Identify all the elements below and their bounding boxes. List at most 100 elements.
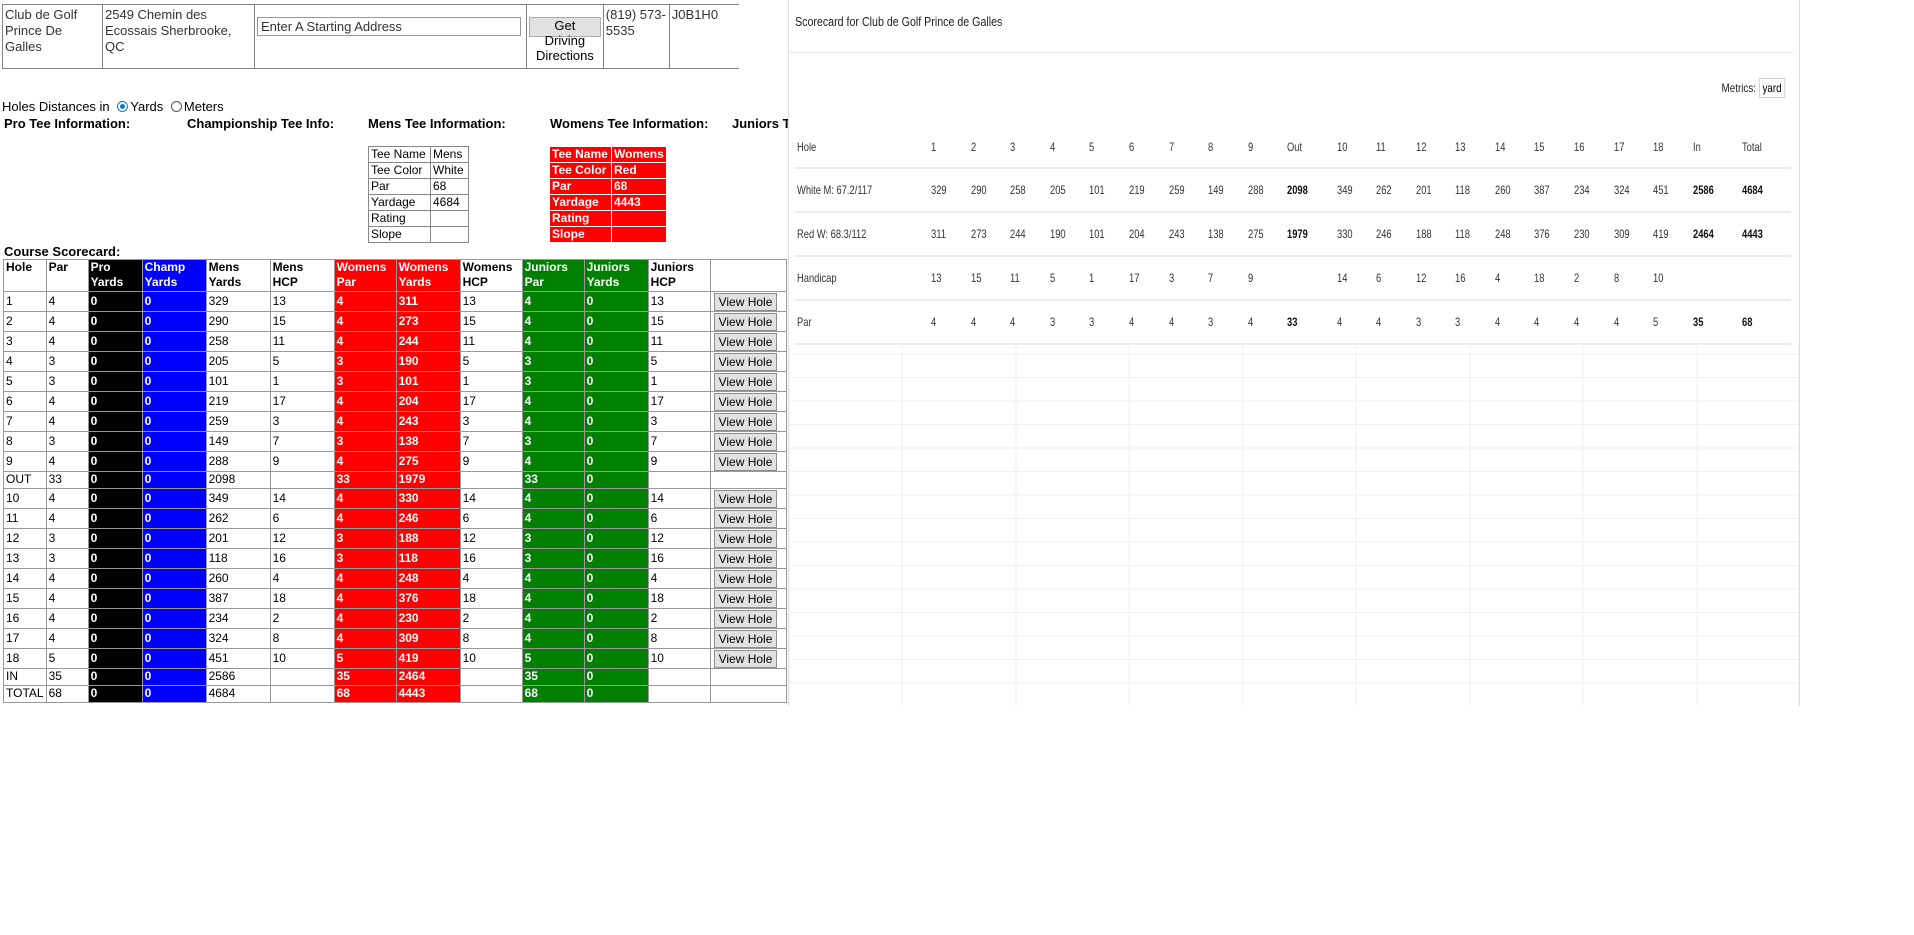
view-hole-button[interactable]: View Hole: [713, 293, 778, 311]
summary-cell: White M: 67.2/117: [795, 168, 931, 213]
scorecard-cell: 4: [521, 508, 585, 529]
view-hole-button[interactable]: View Hole: [713, 353, 778, 371]
summary-cell-text: 3: [1455, 315, 1461, 329]
summary-cell: 6: [1375, 256, 1415, 301]
scorecard-cell: 6: [269, 508, 335, 529]
summary-cell: 101: [1088, 168, 1128, 213]
summary-cell-text: 10: [1653, 271, 1664, 285]
summary-cell-text: 8: [1208, 139, 1214, 154]
scorecard-cell: 3: [333, 431, 397, 452]
start-address-input[interactable]: [257, 17, 521, 36]
scorecard-cell: 4: [333, 331, 397, 352]
scorecard-cell: 0: [583, 451, 649, 472]
col-header: Womens Yards: [395, 259, 461, 292]
tee-value: Red: [611, 162, 667, 179]
scorecard-cell: OUT: [3, 471, 47, 489]
scorecard-cell: 17: [647, 391, 711, 412]
scorecard-cell: [647, 685, 711, 703]
summary-cell-text: 68: [1742, 315, 1753, 329]
summary-cell: In: [1691, 126, 1742, 169]
summary-cell: 4: [1009, 300, 1049, 345]
scorecard-cell: 12: [269, 528, 335, 549]
summary-cell: 190: [1048, 212, 1089, 257]
view-hole-button[interactable]: View Hole: [713, 630, 778, 648]
scorecard-cell: 4: [521, 391, 585, 412]
view-hole-button[interactable]: View Hole: [713, 610, 778, 628]
tee-key: Tee Color: [549, 162, 612, 179]
scorecard-cell: 8: [647, 628, 711, 649]
metrics-label: Metrics:: [1721, 81, 1756, 95]
scorecard-cell: 4: [521, 608, 585, 629]
course-postal-code: J0B1H0: [668, 4, 740, 69]
view-hole-button[interactable]: View Hole: [713, 333, 778, 351]
distance-units-label: Holes Distances in: [2, 99, 110, 114]
scorecard-row: 14 4 0 0 260 4 4 248 4 4 0 4 View Hole: [3, 568, 787, 589]
summary-cell: 244: [1009, 212, 1049, 257]
view-hole-cell: View Hole: [709, 351, 787, 372]
col-header: Hole: [3, 259, 47, 292]
view-hole-button[interactable]: View Hole: [713, 590, 778, 608]
summary-cell: [1286, 256, 1336, 301]
summary-cell: 17: [1612, 126, 1653, 169]
view-hole-button[interactable]: View Hole: [713, 373, 778, 391]
summary-cell-text: 4: [1128, 315, 1135, 329]
view-hole-button[interactable]: View Hole: [713, 570, 778, 588]
scorecard-cell: 13: [647, 291, 711, 312]
scorecard-cell: 0: [141, 488, 207, 509]
meters-radio[interactable]: [170, 101, 182, 112]
scorecard-cell: 0: [583, 548, 649, 569]
col-header: Womens Par: [333, 259, 397, 292]
scorecard-cell: 7: [459, 431, 523, 452]
scorecard-cell: 11: [269, 331, 335, 352]
summary-cell-text: 17: [1613, 139, 1625, 154]
summary-cell: 35: [1691, 300, 1742, 345]
scorecard-cell: 5: [3, 371, 47, 392]
summary-cell-text: 201: [1415, 183, 1432, 197]
summary-cell-text: 4443: [1742, 227, 1764, 241]
view-hole-button[interactable]: View Hole: [713, 453, 778, 471]
scorecard-cell: 18: [459, 588, 523, 609]
scorecard-cell: 35: [45, 668, 89, 686]
summary-cell: 68: [1741, 300, 1791, 345]
summary-header-row: Hole 1 2 3 4 5 6 7 8 9 Out 10 11 12 13 14 15 16 17 18 In Tota…: [795, 126, 1791, 169]
scorecard-cell: 0: [141, 471, 207, 489]
get-directions-button[interactable]: Get Driving Directions: [529, 17, 601, 63]
summary-cell: 12: [1414, 256, 1455, 301]
view-hole-cell: View Hole: [709, 431, 787, 452]
view-hole-button[interactable]: View Hole: [713, 510, 778, 528]
view-hole-button[interactable]: View Hole: [713, 433, 778, 451]
summary-cell: 4: [1167, 300, 1208, 345]
summary-cell-text: 260: [1494, 183, 1511, 197]
scorecard-cell: 3: [45, 528, 89, 549]
scorecard-cell: 13: [3, 548, 47, 569]
summary-cell-text: 5: [1653, 315, 1659, 329]
scorecard-cell: 0: [141, 628, 207, 649]
view-hole-cell: View Hole: [709, 451, 787, 472]
scorecard-cell: 6: [3, 391, 47, 412]
view-hole-button[interactable]: View Hole: [713, 530, 778, 548]
scorecard-cell: 5: [647, 351, 711, 372]
summary-cell-text: 259: [1168, 183, 1185, 197]
view-hole-button[interactable]: View Hole: [713, 650, 778, 668]
col-header: Juniors Yards: [583, 259, 649, 292]
scorecard-row: 18 5 0 0 451 10 5 419 10 5 0 10 View Hole: [3, 648, 787, 669]
view-hole-button[interactable]: View Hole: [713, 550, 778, 568]
summary-cell-text: 3: [1089, 315, 1095, 329]
scorecard-cell: 0: [87, 331, 143, 352]
view-hole-button[interactable]: View Hole: [713, 490, 778, 508]
scorecard-row: 5 3 0 0 101 1 3 101 1 3 0 1 View Hole: [3, 371, 787, 392]
view-hole-button[interactable]: View Hole: [713, 393, 778, 411]
summary-cell: 4: [1375, 300, 1415, 345]
scorecard-cell: 234: [205, 608, 271, 629]
view-hole-button[interactable]: View Hole: [713, 313, 778, 331]
scorecard-cell: 4: [521, 488, 585, 509]
view-hole-button[interactable]: View Hole: [713, 413, 778, 431]
yards-radio[interactable]: [117, 101, 129, 112]
scorecard-cell: 101: [205, 371, 271, 392]
metrics-input[interactable]: [1759, 78, 1786, 98]
scorecard-cell: 15: [3, 588, 47, 609]
summary-cell-text: 376: [1534, 227, 1551, 241]
scorecard-cell: 0: [87, 431, 143, 452]
scorecard-cell: 0: [141, 411, 207, 432]
summary-cell-text: 11: [1376, 139, 1386, 154]
